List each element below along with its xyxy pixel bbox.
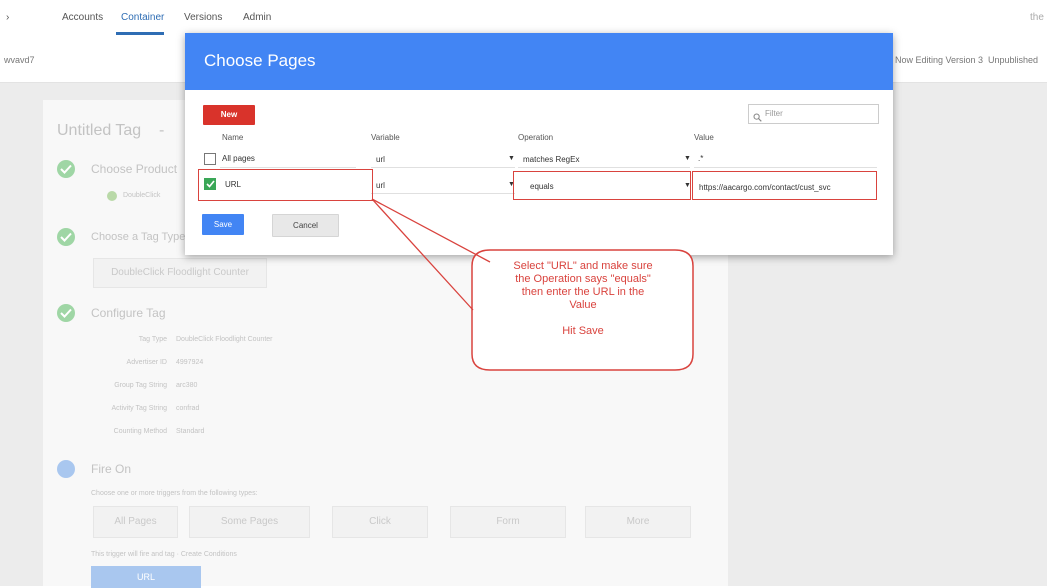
callout-line: the Operation says "equals" bbox=[515, 273, 651, 285]
callout-text: Select "URL" and make sure the Operation… bbox=[477, 260, 689, 338]
callout-line: then enter the URL in the bbox=[521, 286, 645, 298]
callout-gap bbox=[477, 312, 689, 325]
callout-line: Value bbox=[569, 299, 597, 311]
callout-line: Select "URL" and make sure bbox=[513, 260, 653, 272]
callout-line: Hit Save bbox=[562, 325, 604, 337]
